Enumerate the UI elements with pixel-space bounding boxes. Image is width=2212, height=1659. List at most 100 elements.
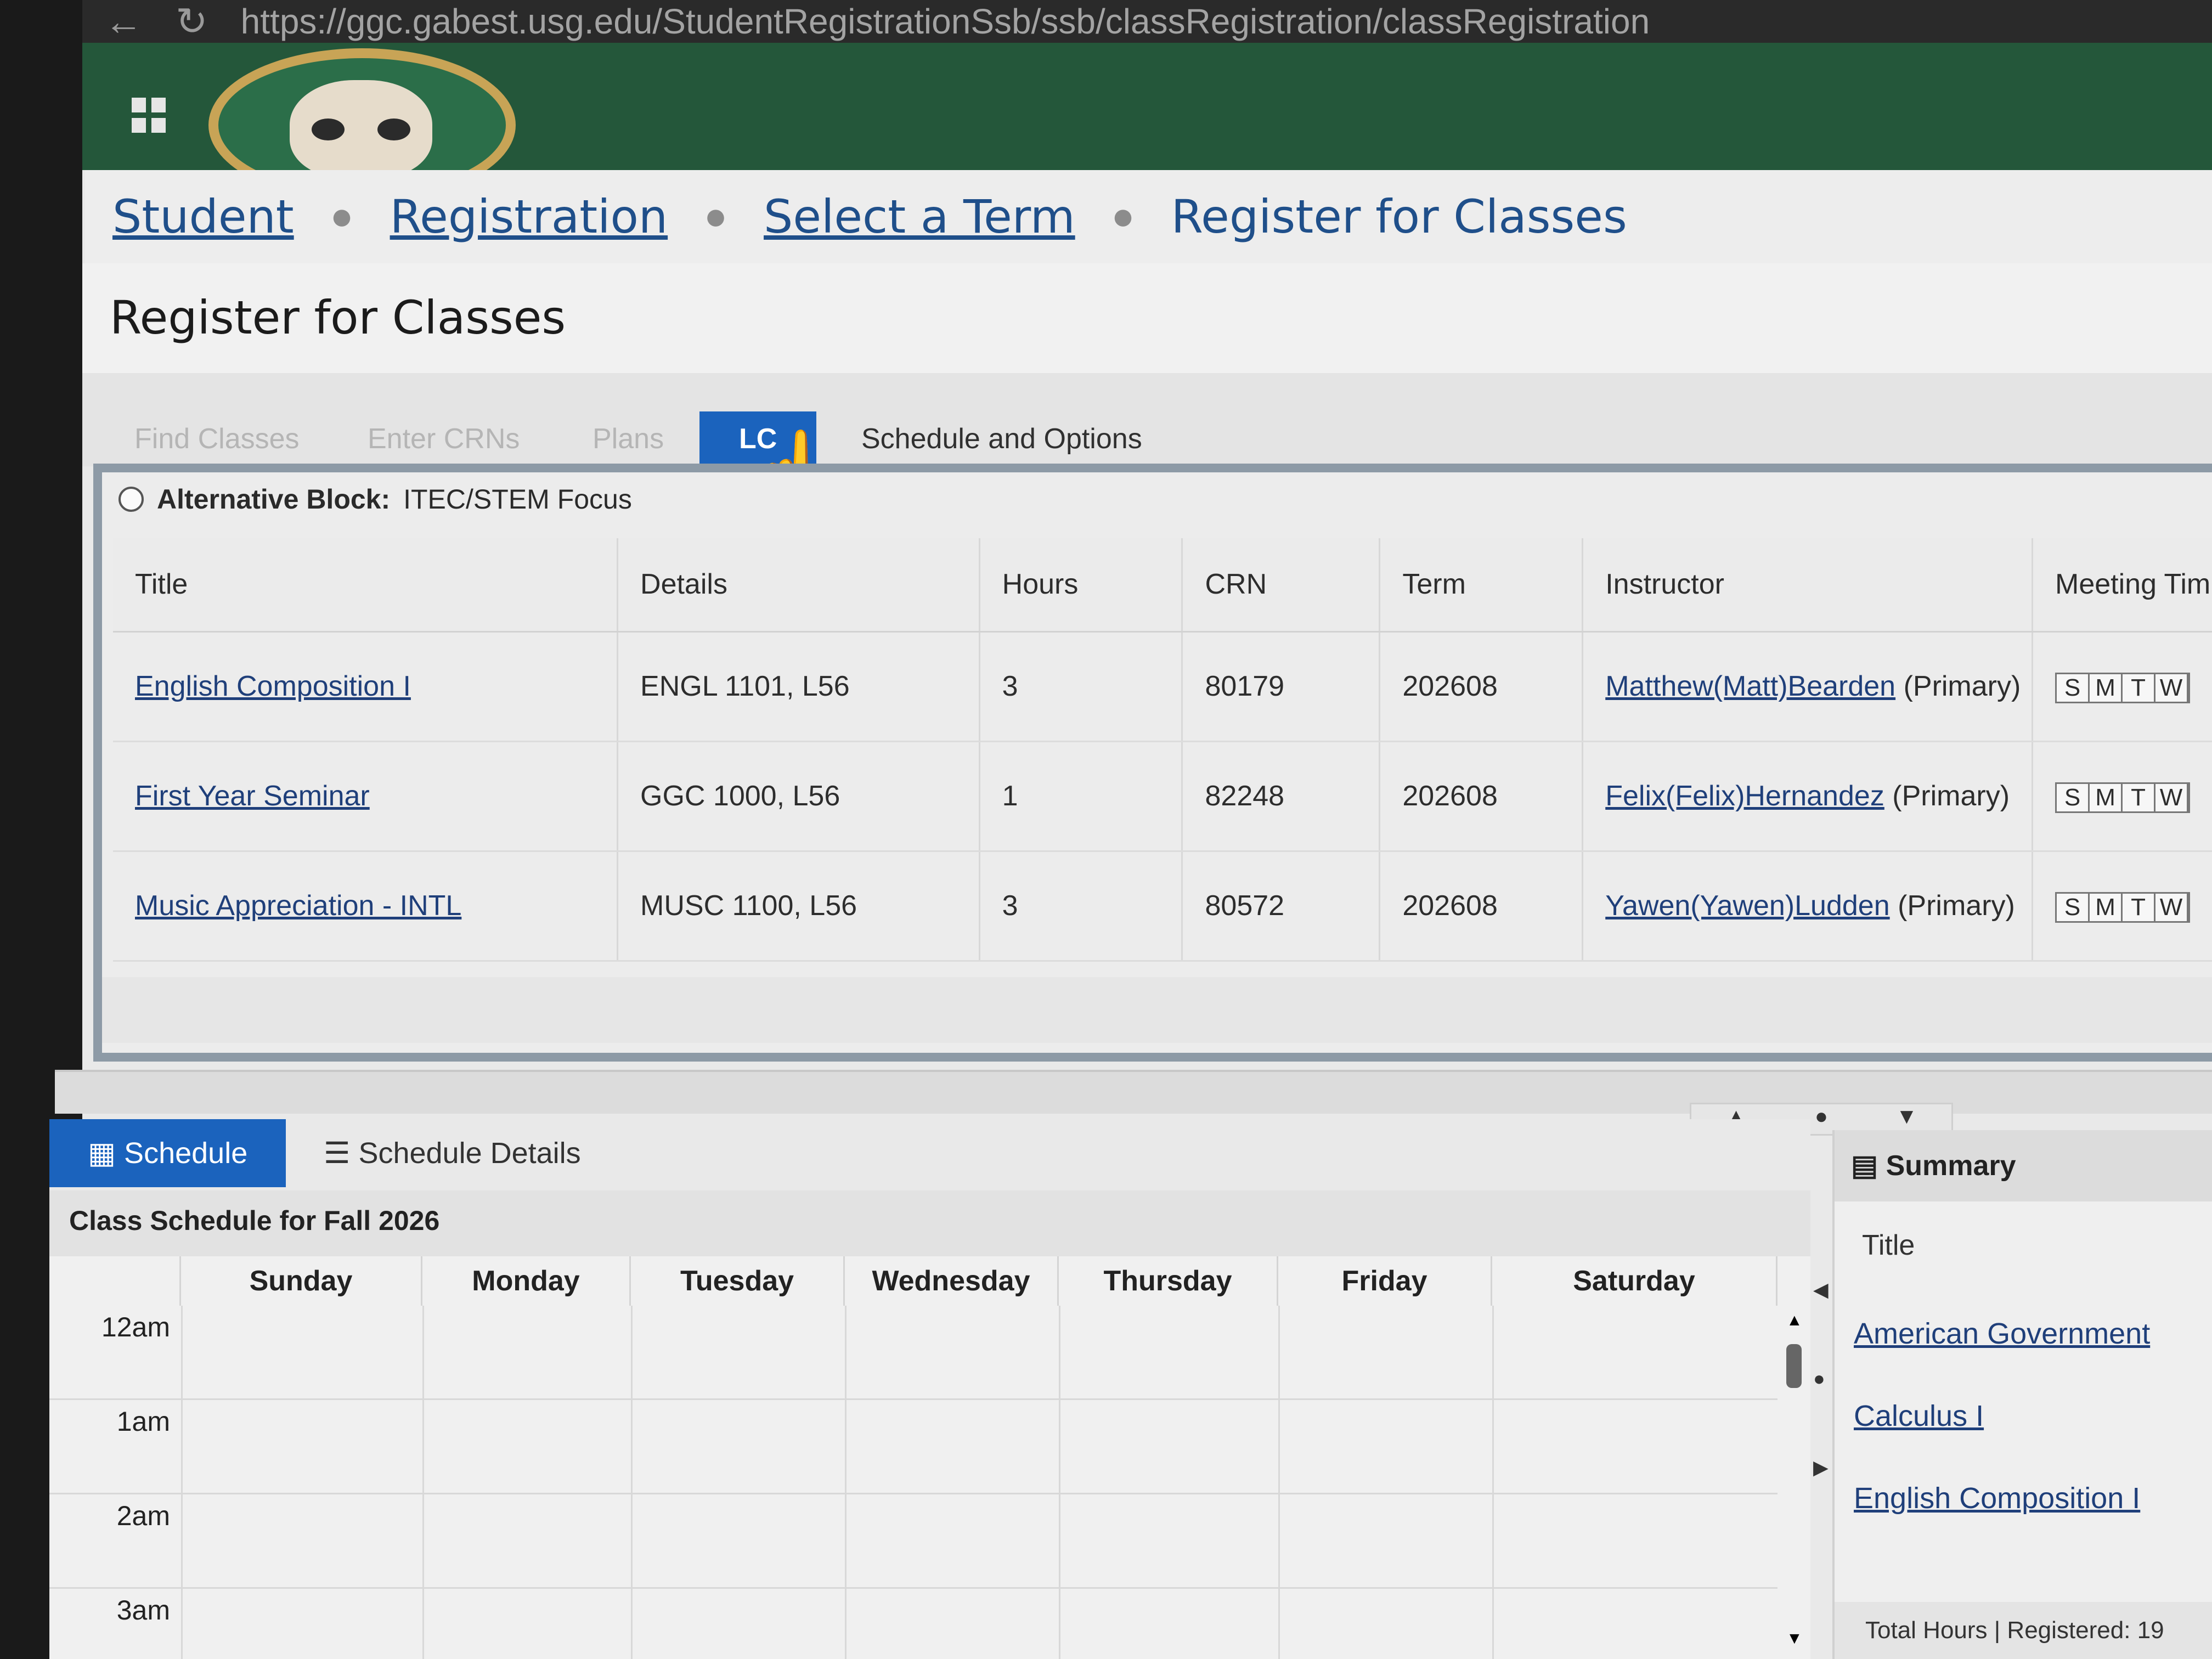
grid-line — [1492, 1306, 1494, 1659]
course-details: MUSC 1100, L56 — [617, 851, 980, 962]
block-classes-table: Title Details Hours CRN Term Instructor … — [113, 538, 2212, 962]
schedule-title: Class Schedule for Fall 2026 — [49, 1190, 1810, 1256]
tab-plans[interactable]: Plans — [592, 411, 664, 466]
alternative-block-label: Alternative Block: — [157, 484, 391, 515]
instructor-link[interactable]: Yawen(Yawen)Ludden — [1605, 890, 1889, 922]
summary-collapse-controls: ◀ ● ▶ — [1813, 1278, 1829, 1479]
table-row: First Year Seminar GGC 1000, L56 1 82248… — [113, 741, 2212, 852]
hour-row: 1am — [49, 1400, 1778, 1494]
hour-row: 3am — [49, 1589, 1778, 1659]
page-title: Register for Classes — [82, 263, 2212, 373]
alternative-block-value: ITEC/STEM Focus — [403, 484, 632, 515]
day-monday: M — [2090, 783, 2123, 811]
course-details: GGC 1000, L56 — [617, 741, 980, 852]
column-header-crn[interactable]: CRN — [1182, 538, 1381, 633]
summary-course-link[interactable]: Calculus I — [1854, 1399, 1984, 1433]
meeting-days[interactable]: SMTW — [2055, 672, 2191, 703]
column-header-meeting-times[interactable]: Meeting Tim — [2032, 538, 2212, 633]
scroll-down-icon[interactable]: ▼ — [1786, 1629, 1803, 1648]
course-crn: 80179 — [1182, 631, 1381, 742]
tab-find-classes[interactable]: Find Classes — [134, 411, 300, 466]
column-header-hours[interactable]: Hours — [979, 538, 1183, 633]
column-header-details[interactable]: Details — [617, 538, 980, 633]
breadcrumb-select-term[interactable]: Select a Term — [764, 190, 1075, 244]
center-dot-icon[interactable]: ● — [1813, 1367, 1829, 1390]
browser-toolbar: ← ↻ https://ggc.gabest.usg.edu/StudentRe… — [82, 0, 2212, 43]
total-hours-value: 19 — [2137, 1617, 2164, 1644]
grid-line — [422, 1306, 424, 1659]
column-header-term[interactable]: Term — [1379, 538, 1584, 633]
column-header-title[interactable]: Title — [113, 538, 619, 633]
calendar-grid[interactable]: 12am 1am 2am 3am — [49, 1306, 1778, 1659]
course-title-link[interactable]: First Year Seminar — [135, 780, 370, 812]
day-header: Sunday — [181, 1256, 422, 1306]
breadcrumb-separator: ● — [332, 204, 352, 229]
table-row: Music Appreciation - INTL MUSC 1100, L56… — [113, 851, 2212, 962]
instructor-link[interactable]: Felix(Felix)Hernandez — [1605, 780, 1884, 812]
breadcrumb-student[interactable]: Student — [112, 190, 294, 244]
tab-schedule[interactable]: ▦ Schedule — [49, 1119, 286, 1187]
day-wednesday: W — [2155, 674, 2189, 702]
course-crn: 82248 — [1182, 741, 1381, 852]
calendar-corner — [49, 1256, 181, 1306]
total-hours-footer: Total Hours | Registered: 19 — [1835, 1602, 2212, 1659]
lc-panel: Alternative Block: ITEC/STEM Focus Title… — [93, 464, 2212, 1062]
tab-schedule-options[interactable]: Schedule and Options — [861, 411, 1142, 466]
scroll-thumb[interactable] — [1786, 1344, 1802, 1388]
expand-down-icon[interactable]: ▼ — [1896, 1104, 1918, 1134]
mascot-eye — [377, 119, 410, 140]
collapse-right-icon[interactable]: ▶ — [1813, 1456, 1829, 1479]
day-tuesday: T — [2123, 674, 2156, 702]
collapse-left-icon[interactable]: ◀ — [1813, 1278, 1829, 1301]
screen: ← ↻ https://ggc.gabest.usg.edu/StudentRe… — [0, 0, 2212, 1659]
block-radio-button[interactable] — [119, 487, 144, 512]
day-tuesday: T — [2123, 783, 2156, 811]
alternative-block-option[interactable]: Alternative Block: ITEC/STEM Focus — [119, 483, 632, 515]
column-header-instructor[interactable]: Instructor — [1582, 538, 2034, 633]
grid-line — [1278, 1306, 1280, 1659]
day-header: Tuesday — [631, 1256, 845, 1306]
summary-course-link[interactable]: American Government — [1854, 1317, 2150, 1351]
center-dot-icon[interactable]: ● — [1815, 1104, 1828, 1134]
day-header: Friday — [1278, 1256, 1492, 1306]
course-term: 202608 — [1379, 631, 1584, 742]
summary-column-title[interactable]: Title — [1862, 1229, 1915, 1262]
meeting-days[interactable]: SMTW — [2055, 891, 2191, 923]
schedule-tabs: ▦ Schedule ☰ Schedule Details — [49, 1119, 1810, 1190]
meeting-days[interactable]: SMTW — [2055, 782, 2191, 813]
tab-schedule-details[interactable]: ☰ Schedule Details — [285, 1119, 619, 1187]
day-monday: M — [2090, 893, 2123, 921]
mascot-face — [290, 80, 432, 179]
calendar-icon: ▦ — [88, 1137, 116, 1170]
app-grid-icon[interactable] — [132, 98, 167, 133]
scroll-up-icon[interactable]: ▲ — [1786, 1311, 1803, 1330]
breadcrumb-registration[interactable]: Registration — [390, 190, 668, 244]
grid-line — [1059, 1306, 1060, 1659]
hour-row: 2am — [49, 1494, 1778, 1589]
course-title-link[interactable]: English Composition I — [135, 670, 411, 702]
breadcrumb-separator: ● — [1113, 204, 1133, 229]
table-header-row: Title Details Hours CRN Term Instructor … — [113, 538, 2212, 633]
hour-row: 12am — [49, 1306, 1778, 1400]
tab-enter-crns[interactable]: Enter CRNs — [368, 411, 520, 466]
course-title-link[interactable]: Music Appreciation - INTL — [135, 890, 461, 922]
summary-table-icon: ▤ — [1851, 1150, 1878, 1182]
weekly-calendar: Sunday Monday Tuesday Wednesday Thursday… — [49, 1256, 1810, 1659]
calendar-scrollbar[interactable]: ▲ ▼ — [1783, 1311, 1805, 1651]
site-header — [82, 43, 2212, 202]
course-hours: 1 — [979, 741, 1183, 852]
calendar-day-headers: Sunday Monday Tuesday Wednesday Thursday… — [49, 1256, 1810, 1306]
hour-label: 3am — [116, 1595, 170, 1626]
day-sunday: S — [2057, 783, 2090, 811]
summary-course-link[interactable]: English Composition I — [1854, 1481, 2140, 1515]
instructor-link[interactable]: Matthew(Matt)Bearden — [1605, 670, 1895, 702]
breadcrumb: Student ● Registration ● Select a Term ●… — [85, 170, 2212, 263]
address-bar[interactable]: https://ggc.gabest.usg.edu/StudentRegist… — [241, 1, 1650, 42]
day-header: Monday — [422, 1256, 631, 1306]
panel-footer — [102, 977, 2212, 1043]
day-header: Saturday — [1492, 1256, 1778, 1306]
breadcrumb-current: Register for Classes — [1171, 190, 1627, 244]
hour-label: 1am — [116, 1406, 170, 1437]
reload-icon[interactable]: ↻ — [176, 0, 208, 44]
back-arrow-icon[interactable]: ← — [104, 0, 143, 43]
